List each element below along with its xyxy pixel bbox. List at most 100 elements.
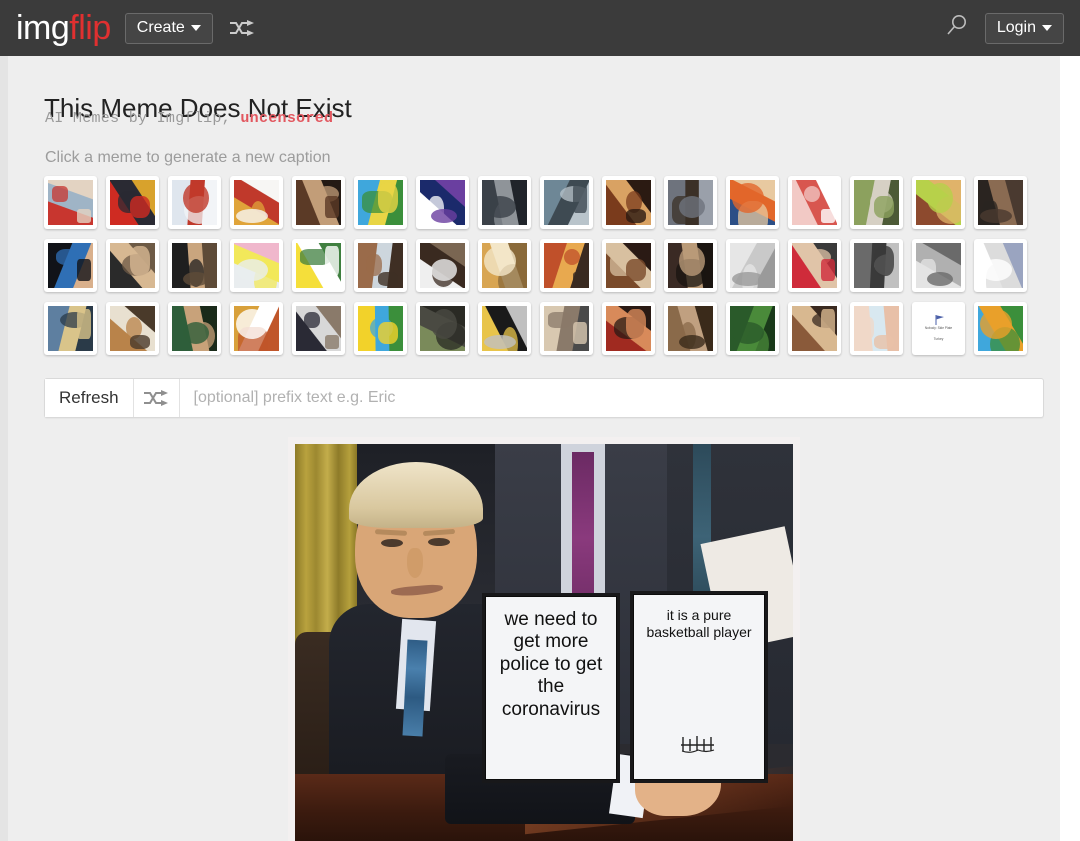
meme-template-thumbnail[interactable] — [540, 239, 593, 292]
meme-template-thumbnail[interactable] — [540, 176, 593, 229]
meme-template-thumbnail[interactable] — [664, 302, 717, 355]
meme-template-thumbnail[interactable] — [168, 239, 221, 292]
meme-template-thumbnail[interactable] — [974, 176, 1027, 229]
meme-template-thumbnail[interactable] — [602, 239, 655, 292]
meme-template-thumbnail[interactable] — [664, 239, 717, 292]
meme-template-thumbnail[interactable] — [788, 239, 841, 292]
header-shuffle-icon[interactable] — [229, 20, 255, 36]
meme-template-thumbnail[interactable] — [850, 176, 903, 229]
login-button[interactable]: Login — [984, 12, 1064, 44]
thumbnail-shape — [980, 309, 1012, 339]
shuffle-icon — [144, 390, 169, 406]
meme-template-thumbnail[interactable] — [106, 176, 159, 229]
thumbnail-image-spongebob-cartoon — [358, 180, 403, 225]
meme-template-thumbnail[interactable] — [478, 302, 531, 355]
meme-template-thumbnail[interactable] — [602, 302, 655, 355]
thumbnail-image-toy-story-buzz-woody — [916, 180, 961, 225]
imgflip-logo[interactable]: imgflip — [16, 11, 111, 45]
meme-template-thumbnail[interactable]: Nobody: Side Plate Turkey — [912, 302, 965, 355]
meme-template-thumbnail[interactable] — [478, 176, 531, 229]
thumbnail-label-bottom: Turkey — [933, 337, 944, 341]
meme-template-thumbnail[interactable] — [230, 176, 283, 229]
instruction-hint: Click a meme to generate a new caption — [45, 149, 331, 166]
meme-template-thumbnail[interactable] — [850, 239, 903, 292]
meme-template-thumbnail[interactable] — [416, 176, 469, 229]
thumbnail-shape — [573, 322, 587, 344]
thumbnail-image-child-eating — [110, 306, 155, 351]
thumbnail-shape — [236, 209, 268, 223]
meme-template-thumbnail[interactable] — [478, 239, 531, 292]
thumbnail-image-angry-red-scene — [110, 180, 155, 225]
thumbnail-shape — [927, 272, 953, 286]
meme-template-thumbnail[interactable] — [726, 239, 779, 292]
thumbnail-image-running-person — [668, 306, 713, 351]
meme-template-thumbnail[interactable] — [974, 302, 1027, 355]
meme-template-thumbnail[interactable] — [664, 176, 717, 229]
meme-eye-right — [428, 538, 450, 546]
thumbnail-shape — [804, 186, 820, 202]
meme-template-thumbnail[interactable] — [44, 302, 97, 355]
shuffle-icon — [229, 20, 254, 36]
meme-template-thumbnail[interactable] — [230, 239, 283, 292]
refresh-toolbar: Refresh — [44, 378, 1044, 418]
meme-template-thumbnail[interactable] — [726, 176, 779, 229]
thumbnail-shape — [431, 209, 457, 223]
thumbnail-shape — [183, 322, 209, 344]
meme-template-thumbnail[interactable] — [788, 176, 841, 229]
meme-template-thumbnail[interactable] — [168, 302, 221, 355]
thumbnail-shape — [325, 246, 339, 276]
subtitle-uncensored-link[interactable]: uncensored — [240, 110, 333, 127]
meme-template-thumbnail[interactable] — [292, 239, 345, 292]
thumbnail-image-abstract-yellow-black — [482, 306, 527, 351]
prefix-text-input[interactable] — [179, 379, 1043, 417]
meme-template-thumbnail[interactable] — [602, 176, 655, 229]
thumbnail-shape — [52, 186, 68, 202]
search-button[interactable] — [943, 13, 969, 44]
meme-eye-left — [381, 539, 403, 547]
refresh-button[interactable]: Refresh — [45, 379, 134, 417]
meme-template-thumbnail[interactable] — [292, 176, 345, 229]
thumbnail-shape — [183, 272, 209, 286]
meme-template-thumbnail[interactable] — [292, 302, 345, 355]
meme-template-thumbnail[interactable] — [106, 302, 159, 355]
logo-text-accent: flip — [69, 9, 111, 47]
meme-template-thumbnail[interactable] — [788, 302, 841, 355]
thumbnail-image-han-solo-scene — [606, 243, 651, 288]
chevron-down-icon — [190, 24, 201, 31]
create-button[interactable]: Create — [124, 12, 213, 44]
meme-template-thumbnail[interactable] — [850, 302, 903, 355]
thumbnail-shape — [980, 259, 1012, 281]
meme-right-caption-text: it is a pure basketball player — [646, 607, 752, 640]
meme-template-thumbnail[interactable] — [354, 239, 407, 292]
meme-template-thumbnail[interactable] — [416, 302, 469, 355]
meme-template-thumbnail[interactable] — [44, 176, 97, 229]
thumbnail-image-man-green-background — [172, 306, 217, 351]
thumbnail-image-orange-figure — [234, 180, 279, 225]
meme-template-thumbnail[interactable] — [974, 239, 1027, 292]
generated-meme-image[interactable]: we need to get more police to get the co… — [295, 444, 793, 841]
meme-template-thumbnail[interactable] — [912, 176, 965, 229]
meme-template-thumbnail[interactable] — [168, 176, 221, 229]
meme-template-thumbnail[interactable] — [44, 239, 97, 292]
meme-template-thumbnail[interactable] — [726, 302, 779, 355]
header-left-group: imgflip Create — [0, 11, 255, 45]
thumbnail-image-rabbit-table — [420, 243, 465, 288]
thumbnail-image-yoda — [420, 306, 465, 351]
meme-template-thumbnail[interactable] — [106, 239, 159, 292]
thumbnail-shape — [484, 335, 516, 349]
thumbnail-shape — [56, 249, 79, 265]
thumbnail-shape — [732, 183, 764, 213]
meme-template-thumbnail[interactable] — [912, 239, 965, 292]
thumbnail-image-comic-panels — [172, 180, 217, 225]
meme-template-thumbnail[interactable] — [354, 302, 407, 355]
thumbnail-shape — [325, 196, 339, 218]
meme-template-thumbnail[interactable] — [540, 302, 593, 355]
shuffle-button[interactable] — [133, 379, 180, 417]
meme-template-thumbnail[interactable] — [230, 302, 283, 355]
thumbnail-shape — [548, 312, 571, 328]
meme-template-thumbnail[interactable] — [354, 176, 407, 229]
thumbnail-image-long-hair-man — [296, 180, 341, 225]
meme-template-thumbnail[interactable] — [416, 239, 469, 292]
thumbnail-image-office-desk-scene — [854, 243, 899, 288]
thumbnail-shape — [679, 196, 705, 218]
